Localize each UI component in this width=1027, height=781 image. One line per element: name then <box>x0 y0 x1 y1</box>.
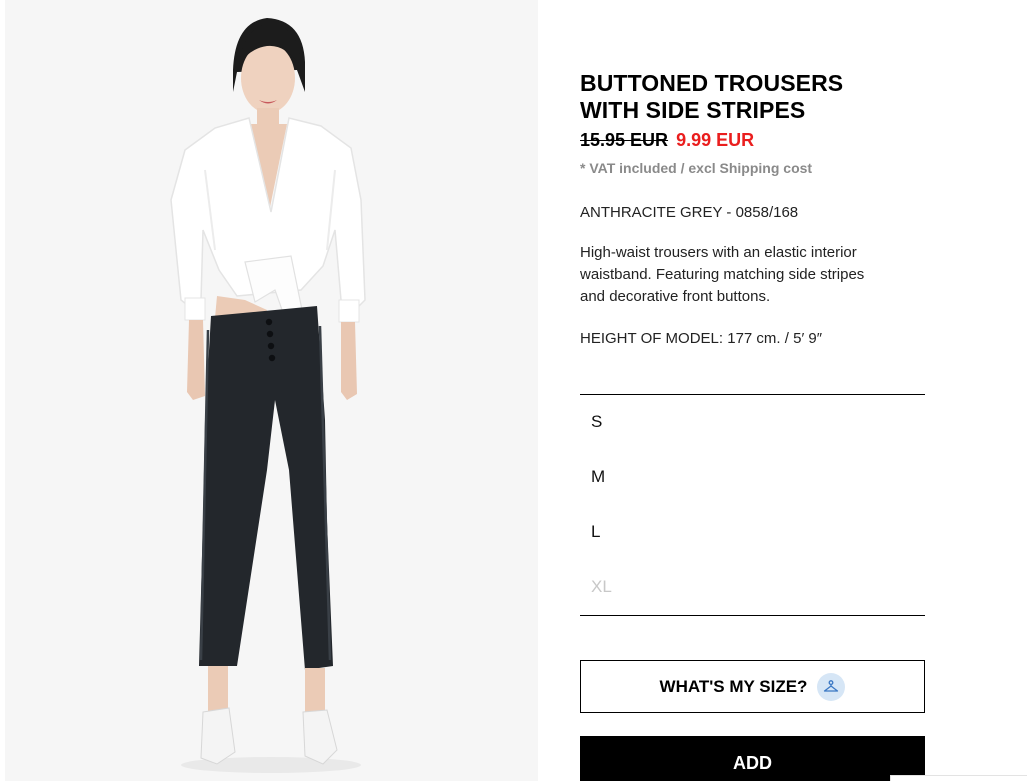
product-description: High-waist trousers with an elastic inte… <box>580 242 925 308</box>
product-title-line1: BUTTONED TROUSERS <box>580 70 844 96</box>
model-illustration <box>5 0 538 781</box>
color-reference: ANTHRACITE GREY - 0858/168 <box>580 204 799 221</box>
description-line: and decorative front buttons. <box>580 288 771 305</box>
size-option-xl: XL <box>591 577 612 596</box>
size-option-m[interactable]: M <box>591 467 605 487</box>
price: 15.95 EUR 9.99 EUR <box>580 130 754 152</box>
floating-widget-edge <box>890 775 1027 781</box>
add-to-cart-button[interactable]: ADD <box>580 736 925 781</box>
size-option-s[interactable]: S <box>591 412 602 432</box>
size-selector: S M L XL <box>580 394 925 616</box>
model-height: HEIGHT OF MODEL: 177 cm. / 5′ 9″ <box>580 330 823 347</box>
hanger-icon <box>817 672 846 701</box>
product-info-panel: BUTTONED TROUSERS WITH SIDE STRIPES 15.9… <box>580 0 925 781</box>
product-title-line2: WITH SIDE STRIPES <box>580 97 806 123</box>
product-image[interactable] <box>5 0 538 781</box>
vat-note: * VAT included / excl Shipping cost <box>580 160 813 176</box>
description-line: High-waist trousers with an elastic inte… <box>580 244 857 261</box>
size-option-l[interactable]: L <box>591 522 600 542</box>
whats-my-size-label: WHAT'S MY SIZE? <box>659 676 808 696</box>
whats-my-size-button[interactable]: WHAT'S MY SIZE? <box>580 660 925 713</box>
original-price: 15.95 EUR <box>580 130 669 150</box>
description-line: waistband. Featuring matching side strip… <box>580 266 865 283</box>
sale-price: 9.99 EUR <box>676 130 755 150</box>
product-title: BUTTONED TROUSERS WITH SIDE STRIPES <box>580 70 925 124</box>
